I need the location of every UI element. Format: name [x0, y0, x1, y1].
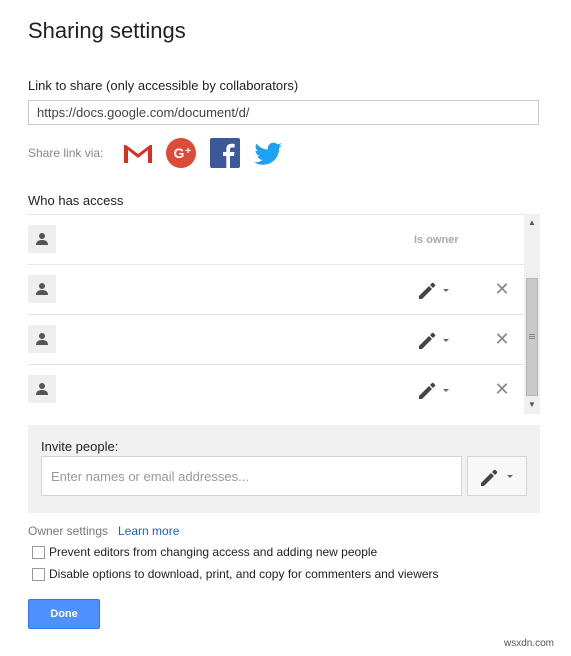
access-row: ✕: [28, 265, 524, 315]
facebook-icon[interactable]: [209, 137, 241, 169]
invite-people-label: Invite people:: [41, 439, 119, 454]
gmail-icon[interactable]: [122, 137, 154, 169]
dialog-title: Sharing settings: [28, 18, 186, 43]
remove-user-button[interactable]: ✕: [494, 330, 510, 348]
scroll-down-arrow-icon[interactable]: ▼: [524, 398, 540, 412]
disable-download-label: Disable options to download, print, and …: [49, 567, 439, 581]
pencil-icon: [481, 469, 498, 486]
done-button[interactable]: Done: [28, 599, 100, 629]
access-row-owner: Is owner: [28, 215, 524, 265]
pencil-icon: [419, 382, 449, 399]
person-icon: [28, 325, 56, 353]
pencil-icon: [419, 332, 449, 349]
twitter-icon[interactable]: [252, 137, 284, 169]
svg-text:+: +: [185, 146, 191, 157]
person-icon: [28, 375, 56, 403]
google-plus-icon[interactable]: G +: [165, 137, 197, 169]
svg-text:G: G: [174, 145, 185, 161]
disable-download-checkbox[interactable]: [32, 567, 45, 581]
option-disable-download: Disable options to download, print, and …: [32, 567, 439, 581]
share-via-label: Share link via:: [28, 146, 104, 160]
invite-permission-dropdown[interactable]: [467, 456, 527, 496]
remove-user-button[interactable]: ✕: [494, 380, 510, 398]
access-list-scrollbar[interactable]: ▲ ▼: [524, 214, 540, 414]
who-has-access-label: Who has access: [28, 193, 124, 208]
permission-dropdown[interactable]: [417, 279, 457, 301]
scroll-up-arrow-icon[interactable]: ▲: [524, 216, 540, 230]
access-row: ✕: [28, 365, 524, 414]
invite-panel: Invite people: Enter names or email addr…: [28, 425, 540, 513]
owner-settings-label: Owner settings: [28, 524, 109, 538]
chevron-down-icon: [443, 389, 449, 392]
remove-user-button[interactable]: ✕: [494, 280, 510, 298]
link-share-label: Link to share (only accessible by collab…: [28, 78, 299, 93]
chevron-down-icon: [443, 339, 449, 342]
invite-input[interactable]: Enter names or email addresses...: [41, 456, 462, 496]
prevent-editors-checkbox[interactable]: [32, 545, 45, 559]
watermark: wsxdn.com: [504, 638, 555, 649]
chevron-down-icon: [507, 475, 513, 478]
access-list[interactable]: Is owner ✕ ✕ ✕: [28, 214, 540, 414]
is-owner-label: Is owner: [414, 234, 459, 246]
grip-icon: [529, 334, 535, 335]
option-prevent-editors: Prevent editors from changing access and…: [32, 545, 377, 559]
share-link-field[interactable]: https://docs.google.com/document/d/: [28, 100, 539, 125]
scroll-thumb[interactable]: [526, 278, 538, 396]
learn-more-link[interactable]: Learn more: [118, 524, 179, 538]
chevron-down-icon: [443, 289, 449, 292]
prevent-editors-label: Prevent editors from changing access and…: [49, 545, 378, 559]
person-icon: [28, 275, 56, 303]
permission-dropdown[interactable]: [417, 379, 457, 401]
pencil-icon: [419, 282, 449, 299]
access-row: ✕: [28, 315, 524, 365]
person-icon: [28, 225, 56, 253]
permission-dropdown[interactable]: [417, 329, 457, 351]
